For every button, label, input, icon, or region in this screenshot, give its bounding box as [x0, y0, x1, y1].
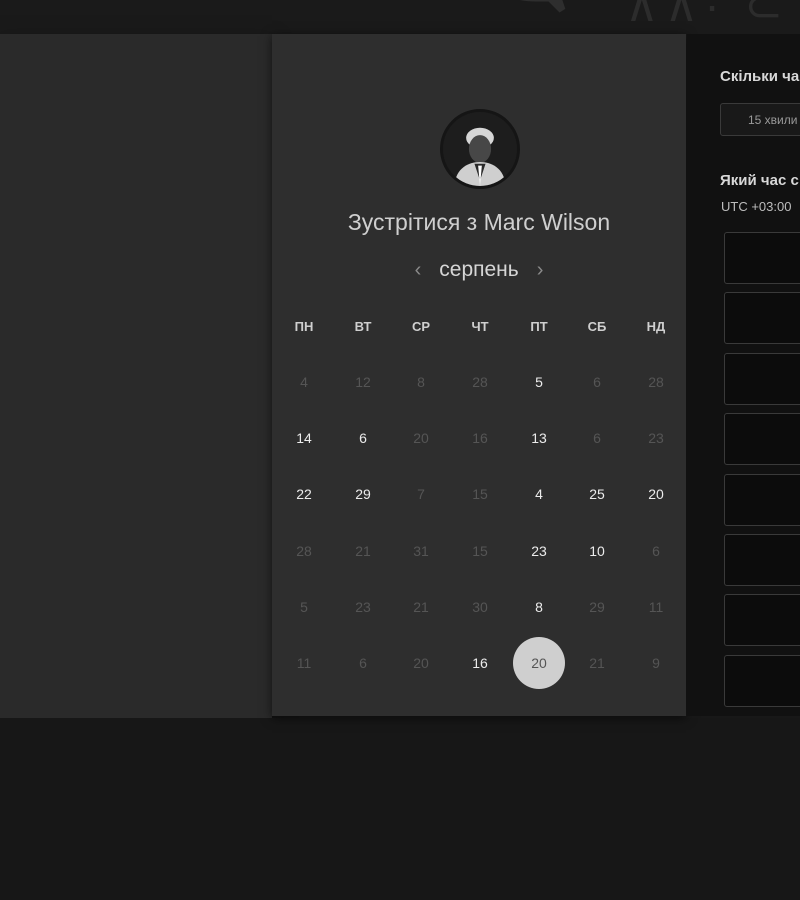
page-footer-area [0, 718, 800, 900]
weekday-label: СР [411, 319, 431, 334]
top-bar: ∧∧· ⊂ [0, 0, 800, 34]
page-backdrop [0, 34, 272, 718]
time-slot[interactable] [724, 534, 800, 586]
time-slot[interactable] [724, 292, 800, 345]
weekday-label: ВТ [354, 319, 372, 334]
calendar-day: 21 [355, 542, 371, 559]
weekday-label: ЧТ [471, 319, 489, 334]
calendar-day[interactable]: 8 [513, 581, 565, 633]
calendar-day: 20 [413, 655, 429, 671]
chevron-left-icon[interactable]: ‹ [411, 260, 426, 280]
calendar-day-selected[interactable]: 20 [513, 637, 565, 689]
calendar-day: 6 [359, 655, 367, 671]
meeting-title-prefix: Зустрітися з [347, 209, 478, 235]
calendar-day: 28 [648, 374, 664, 390]
calendar-day: 31 [413, 542, 429, 559]
weekday-label: НД [646, 319, 666, 334]
calendar-day[interactable]: 25 [571, 468, 623, 520]
calendar-day: 6 [593, 374, 601, 390]
calendar-day: 21 [589, 655, 605, 671]
calendar-day[interactable]: 5 [513, 356, 565, 408]
time-label: Який час с [720, 172, 799, 189]
calendar-day: 11 [296, 655, 312, 671]
calendar-day[interactable]: 29 [337, 468, 389, 520]
duration-label: Скільки ча [720, 68, 800, 85]
booking-panel: Скільки ча 15 хвили Який час с UTC +03:0… [687, 34, 800, 716]
host-name: Marc Wilson [483, 209, 611, 235]
calendar-day[interactable]: 23 [513, 525, 565, 577]
logo-text: ∧∧· ⊂ [625, 0, 789, 31]
time-slot[interactable] [724, 352, 800, 405]
calendar-day[interactable]: 4 [513, 468, 565, 520]
calendar-day: 4 [300, 374, 308, 390]
speech-bubble-logo-icon [519, 0, 566, 13]
time-slot[interactable] [724, 232, 800, 284]
calendar-day: 5 [300, 598, 308, 615]
month-label: серпень [439, 258, 519, 281]
avatar [440, 109, 520, 189]
chevron-right-icon[interactable]: › [533, 260, 548, 280]
calendar-day[interactable]: 14 [278, 412, 330, 464]
time-slot[interactable] [724, 654, 800, 707]
calendar-day: 21 [413, 598, 429, 615]
calendar-day: 8 [417, 374, 425, 390]
calendar-day: 12 [355, 374, 371, 390]
calendar-day: 23 [355, 598, 371, 615]
calendar-day: 30 [472, 598, 488, 615]
calendar-day: 6 [593, 430, 601, 447]
calendar-day: 29 [589, 598, 605, 615]
calendar-day[interactable]: 13 [513, 412, 565, 464]
timezone-label[interactable]: UTC +03:00 [721, 199, 791, 214]
duration-button[interactable]: 15 хвили [720, 103, 800, 136]
calendar-day[interactable]: 22 [278, 468, 330, 520]
calendar-day: 7 [417, 486, 425, 503]
calendar-day: 9 [652, 655, 660, 671]
time-slot[interactable] [724, 473, 800, 526]
calendar-day[interactable]: 16 [454, 637, 506, 689]
meeting-title: Зустрітися з Marc Wilson [272, 209, 686, 236]
calendar-day: 11 [648, 598, 664, 615]
avatar-icon [443, 112, 517, 186]
calendar-day: 20 [413, 430, 429, 447]
calendar-panel: Зустрітися з Marc Wilson ‹ серпень › ПН … [272, 34, 686, 716]
month-navigation: ‹ серпень › [272, 256, 686, 284]
calendar-day: 6 [652, 542, 660, 559]
calendar-day[interactable]: 10 [571, 525, 623, 577]
weekday-label: ПТ [530, 319, 548, 334]
time-slot[interactable] [724, 594, 800, 647]
weekday-label: СБ [587, 319, 607, 334]
calendar-day[interactable]: 6 [337, 412, 389, 464]
calendar-day: 15 [472, 542, 488, 559]
calendar-day[interactable]: 20 [630, 468, 682, 520]
calendar-day: 23 [648, 430, 664, 447]
weekday-header: ПН ВТ СР ЧТ ПТ СБ НД [272, 319, 686, 339]
time-slot[interactable] [724, 413, 800, 466]
calendar-day: 28 [296, 542, 312, 559]
weekday-label: ПН [294, 319, 314, 334]
calendar-day: 15 [472, 486, 488, 503]
calendar-day: 16 [472, 430, 488, 447]
calendar-day: 28 [472, 374, 488, 390]
